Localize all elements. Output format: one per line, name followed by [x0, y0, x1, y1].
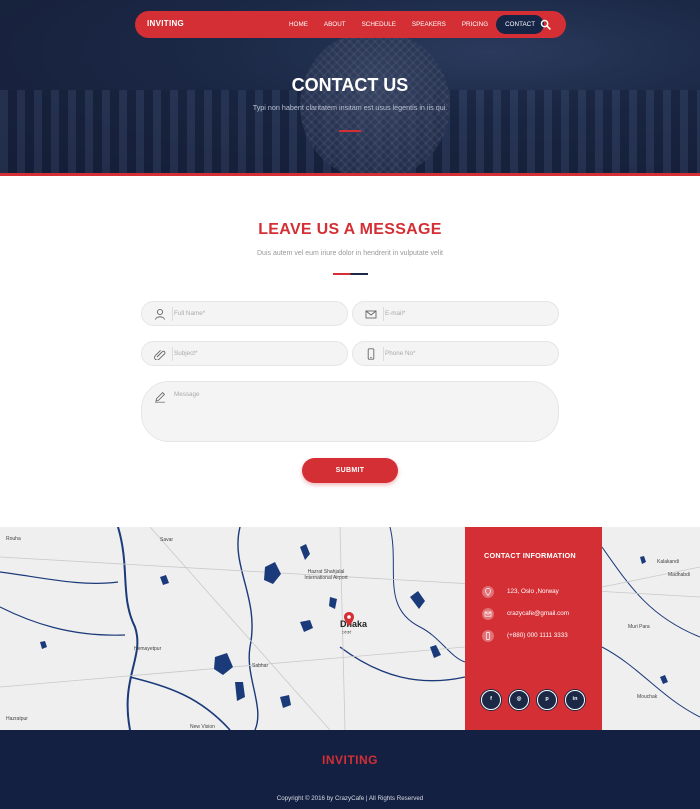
email-input[interactable] [383, 302, 553, 325]
section-underline [333, 273, 368, 275]
email-text[interactable]: crazycafe@gmail.com [507, 610, 569, 617]
map-label: Madhabdi [668, 572, 690, 578]
copyright-text: Copyright © 2016 by CrazyCafe | All Righ… [276, 795, 424, 802]
map-label: Savar [160, 537, 174, 543]
microphone-image [300, 30, 450, 173]
full-name-input[interactable] [172, 302, 342, 325]
dribbble-icon[interactable]: ◎ [509, 690, 529, 710]
pinterest-icon[interactable]: p [537, 690, 557, 710]
phone-text: (+880) 000 1111 3333 [507, 632, 568, 639]
page-title: CONTACT US [291, 75, 409, 95]
paperclip-icon [154, 349, 166, 360]
facebook-icon[interactable]: f [481, 690, 501, 710]
search-icon[interactable] [540, 19, 551, 30]
subject-field-wrapper [141, 341, 348, 366]
message-field-wrapper [141, 381, 559, 442]
full-name-field-wrapper [141, 301, 348, 326]
submit-button[interactable]: SUBMIT [302, 458, 398, 483]
nav-menu: HOME ABOUT SCHEDULE SPEAKERS PRICING CON… [281, 11, 545, 38]
map-pin-icon[interactable] [344, 612, 354, 626]
map-label: Hemayetpur [134, 646, 162, 652]
pencil-icon [155, 391, 166, 403]
nav-item-schedule[interactable]: SCHEDULE [354, 15, 404, 34]
map-label: Hazratpur [6, 716, 28, 722]
nav-item-contact[interactable]: CONTACT [496, 15, 545, 34]
map-label: Hazrat Shahjalal International Airport [304, 569, 348, 581]
phone-icon [367, 348, 375, 360]
linkedin-icon[interactable]: in [565, 690, 585, 710]
map-label: Sabhar [252, 663, 269, 669]
map-label: Muri Para [628, 624, 650, 630]
nav-item-home[interactable]: HOME [281, 15, 316, 34]
hero-divider [0, 173, 700, 176]
user-icon [155, 308, 165, 320]
subject-input[interactable] [172, 342, 342, 365]
site-footer: INVITING Copyright © 2016 by CrazyCafe |… [0, 730, 700, 809]
contact-information-card: CONTACT INFORMATION 123, Oslo ,Norway cr… [465, 527, 602, 730]
page-subtitle: Typi non habent claritatem insitam est u… [252, 103, 448, 112]
address-text: 123, Oslo ,Norway [507, 588, 559, 595]
phone-icon [482, 630, 494, 642]
nav-item-speakers[interactable]: SPEAKERS [404, 15, 454, 34]
brand-logo[interactable]: INVITING [147, 19, 184, 28]
contact-info-title: CONTACT INFORMATION [484, 551, 576, 560]
nav-item-pricing[interactable]: PRICING [454, 15, 496, 34]
email-field-wrapper [352, 301, 559, 326]
section-title: LEAVE US A MESSAGE [258, 221, 442, 238]
envelope-icon [482, 608, 494, 620]
message-textarea[interactable] [172, 391, 542, 436]
top-navbar: INVITING HOME ABOUT SCHEDULE SPEAKERS PR… [135, 11, 566, 38]
title-underline [339, 130, 361, 132]
footer-brand[interactable]: INVITING [0, 753, 700, 767]
map-city-local-label: ঢাকা [342, 630, 352, 636]
map-label: Rouha [6, 536, 21, 542]
phone-input[interactable] [383, 342, 553, 365]
nav-item-about[interactable]: ABOUT [316, 15, 354, 34]
map-pin-icon [482, 586, 494, 598]
map-label: Kalakandi [657, 559, 679, 565]
envelope-icon [365, 310, 377, 319]
phone-field-wrapper [352, 341, 559, 366]
section-subtitle: Duis autem vel eum iriure dolor in hendr… [257, 250, 443, 257]
map-label: Mouchak [637, 694, 658, 700]
